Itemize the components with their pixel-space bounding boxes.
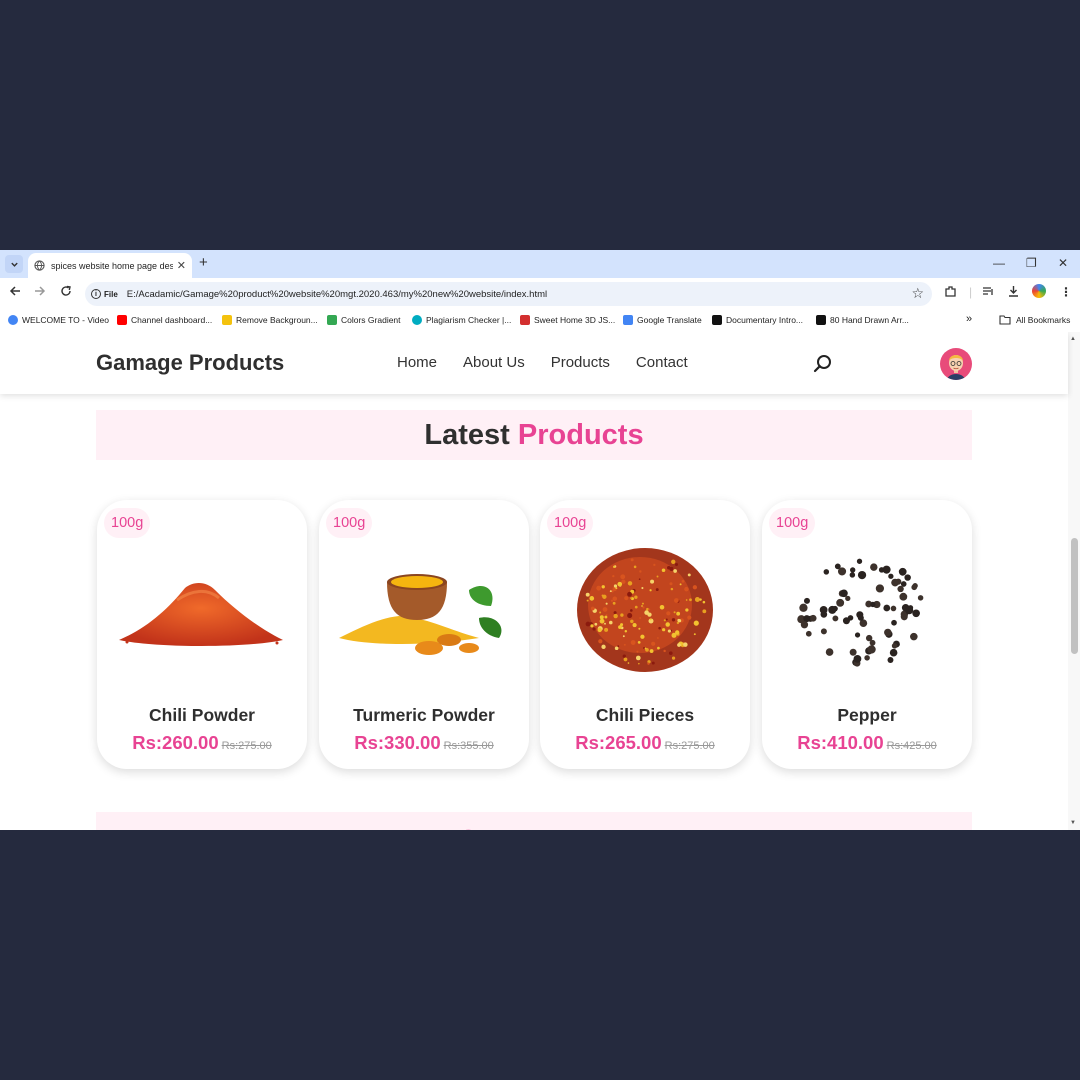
page-viewport: Gamage Products Home About Us Products C…	[0, 332, 1080, 830]
reload-button[interactable]	[60, 285, 72, 300]
bookmark-item[interactable]: Colors Gradient	[327, 315, 401, 325]
product-name: Chili Powder	[149, 705, 255, 725]
browser-toolbar: i File E:/Acadamic/Gamage%20product%20we…	[0, 278, 1080, 310]
all-bookmarks-button[interactable]: All Bookmarks	[999, 315, 1070, 325]
address-bar[interactable]: i File E:/Acadamic/Gamage%20product%20we…	[85, 282, 932, 306]
bookmark-favicon-icon	[816, 315, 826, 325]
restore-button[interactable]: ❐	[1026, 256, 1037, 270]
close-window-button[interactable]: ✕	[1058, 256, 1068, 270]
nav-products[interactable]: Products	[551, 354, 610, 371]
browser-window: spices website home page desi ✕ + — ❐ ✕ …	[0, 250, 1080, 830]
product-name: Turmeric Powder	[353, 705, 495, 725]
bookmark-item[interactable]: Remove Backgroun...	[222, 315, 318, 325]
bookmark-favicon-icon	[412, 315, 422, 325]
bookmark-item[interactable]: Plagiarism Checker |...	[412, 315, 511, 325]
bookmark-item[interactable]: Sweet Home 3D JS...	[520, 315, 615, 325]
product-name: Pepper	[837, 705, 897, 725]
extensions-icon[interactable]	[944, 285, 957, 301]
section-title-accent: Products	[517, 419, 644, 451]
folder-icon	[999, 315, 1011, 325]
minimize-button[interactable]: —	[993, 256, 1005, 270]
page-scrollbar[interactable]: ▲ ▼	[1068, 332, 1080, 830]
chili-powder-image	[119, 583, 283, 646]
tab-strip: spices website home page desi ✕ + — ❐ ✕	[0, 250, 1080, 278]
chili-pieces-image	[577, 548, 713, 672]
bookmark-favicon-icon	[520, 315, 530, 325]
new-tab-button[interactable]: +	[199, 254, 208, 271]
forward-arrow-icon	[35, 286, 46, 296]
product-old-price: Rs:275.00	[664, 740, 715, 752]
nav-about-us[interactable]: About Us	[463, 354, 525, 371]
tab-title: spices website home page desi	[51, 260, 173, 271]
bookmark-item[interactable]: 80 Hand Drawn Arr...	[816, 315, 909, 325]
close-tab-icon[interactable]: ✕	[177, 259, 186, 272]
site-header: Gamage Products Home About Us Products C…	[0, 332, 1068, 394]
bookmark-favicon-icon	[222, 315, 232, 325]
nav-contact[interactable]: Contact	[636, 354, 688, 371]
url-text: E:/Acadamic/Gamage%20product%20website%2…	[126, 288, 548, 300]
search-icon[interactable]	[813, 354, 833, 374]
user-avatar[interactable]	[940, 348, 972, 380]
chevron-down-icon	[10, 262, 18, 267]
product-card[interactable]: 100g Turmeric Powder Rs:330.00 Rs:355.00	[319, 500, 529, 769]
product-old-price: Rs:355.00	[443, 740, 494, 752]
product-price: Rs:265.00	[575, 732, 662, 753]
menu-kebab-icon[interactable]: ⋮	[1060, 285, 1072, 299]
turmeric-powder-image	[339, 574, 502, 655]
browser-tab[interactable]: spices website home page desi ✕	[28, 253, 192, 278]
youtube-icon	[117, 315, 127, 325]
profile-icon[interactable]	[1032, 284, 1046, 298]
file-scheme-label: File	[104, 289, 118, 299]
bookmark-star-icon[interactable]: ☆	[911, 285, 924, 302]
tab-search-button[interactable]	[5, 255, 23, 273]
product-price: Rs:330.00	[354, 732, 441, 753]
download-icon[interactable]	[1007, 285, 1020, 301]
scrollbar-thumb[interactable]	[1071, 538, 1078, 654]
price-row: Rs:330.00 Rs:355.00	[319, 732, 529, 754]
back-button[interactable]	[9, 285, 21, 300]
globe-icon	[34, 260, 45, 271]
bookmark-item[interactable]: WELCOME TO - Video	[8, 315, 109, 325]
product-card[interactable]: 100g Chili Pieces Rs:265.00 Rs:275.00	[540, 500, 750, 769]
info-icon: i	[91, 289, 101, 299]
section-title-latest-products: Latest Products	[96, 410, 972, 460]
product-name: Chili Pieces	[595, 705, 695, 725]
reload-icon	[61, 285, 71, 296]
bookmarks-bar: WELCOME TO - Video Channel dashboard... …	[0, 310, 1080, 332]
bookmark-item[interactable]: Documentary Intro...	[712, 315, 803, 325]
weight-badge: 100g	[326, 508, 373, 538]
product-price: Rs:410.00	[797, 732, 884, 753]
scroll-up-arrow[interactable]: ▲	[1070, 336, 1076, 342]
bookmark-favicon-icon	[8, 315, 18, 325]
pepper-image	[797, 558, 924, 667]
product-price: Rs:260.00	[132, 732, 219, 753]
product-card[interactable]: 100g Pepper Rs:410.00 Rs:425.00	[762, 500, 972, 769]
scroll-down-arrow[interactable]: ▼	[1070, 820, 1076, 826]
forward-button[interactable]	[34, 285, 46, 300]
site-info-chip[interactable]: i File	[91, 289, 118, 299]
toolbar-divider: |	[969, 285, 973, 299]
product-card[interactable]: 100g Chili Powder Rs:260.00 Rs:275.00	[97, 500, 307, 769]
bookmark-favicon-icon	[712, 315, 722, 325]
weight-badge: 100g	[769, 508, 816, 538]
price-row: Rs:265.00 Rs:275.00	[540, 732, 750, 754]
section-title-plain: Latest	[424, 419, 510, 451]
main-nav: Home About Us Products Contact	[397, 354, 688, 371]
price-row: Rs:410.00 Rs:425.00	[762, 732, 972, 754]
site-logo[interactable]: Gamage Products	[96, 350, 284, 376]
back-arrow-icon	[9, 286, 20, 296]
media-queue-icon[interactable]	[982, 285, 995, 301]
bookmarks-overflow-button[interactable]: »	[966, 313, 972, 325]
product-old-price: Rs:425.00	[886, 740, 937, 752]
product-old-price: Rs:275.00	[221, 740, 272, 752]
bookmark-item[interactable]: Google Translate	[623, 315, 702, 325]
nav-home[interactable]: Home	[397, 354, 437, 371]
weight-badge: 100g	[547, 508, 594, 538]
bookmark-item[interactable]: Channel dashboard...	[117, 315, 212, 325]
bookmark-favicon-icon	[327, 315, 337, 325]
section-title-contact-us: Contact Us	[96, 812, 972, 830]
weight-badge: 100g	[104, 508, 151, 538]
translate-icon	[623, 315, 633, 325]
price-row: Rs:260.00 Rs:275.00	[97, 732, 307, 754]
